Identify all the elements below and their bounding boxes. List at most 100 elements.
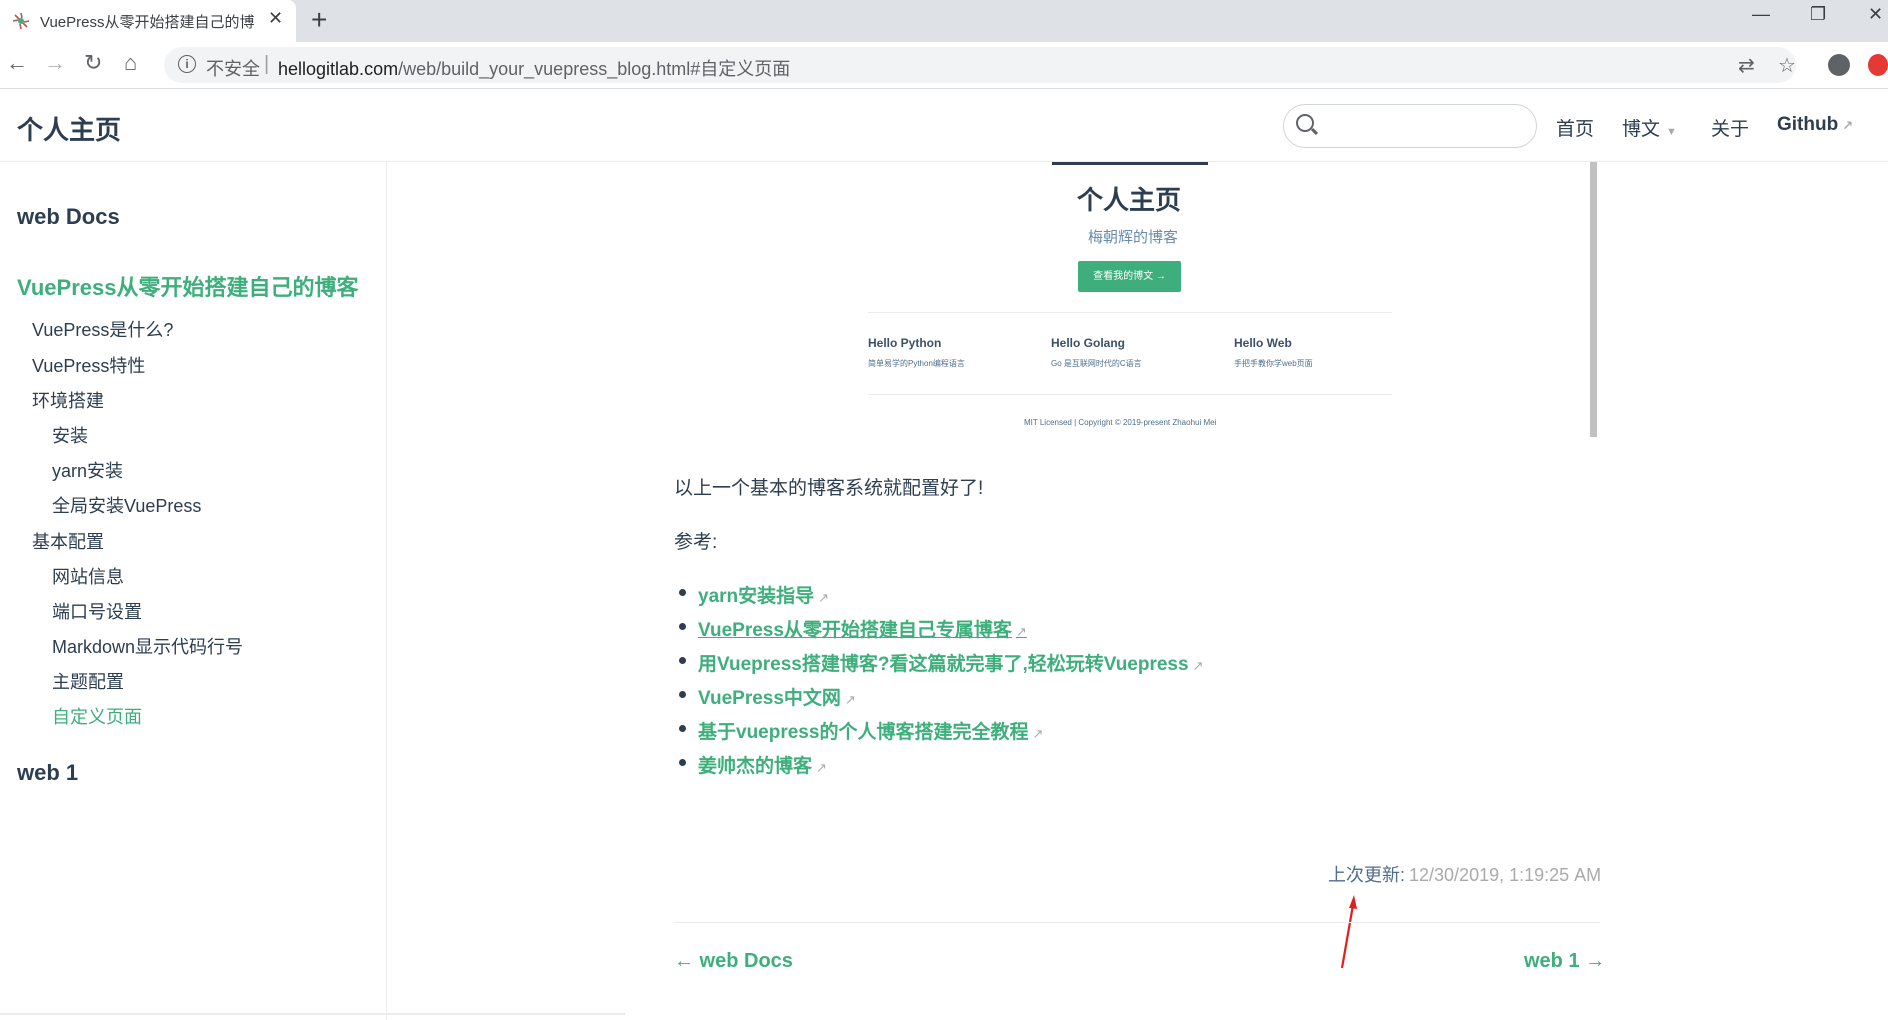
preview-feature-details: 手把手教你学web页面: [1234, 359, 1313, 368]
sidebar-item-theme-config[interactable]: 主题配置: [52, 668, 124, 694]
sidebar-item-line-numbers[interactable]: Markdown显示代码行号: [52, 633, 243, 659]
homepage-preview-image: 个人主页 梅朝辉的博客 查看我的博文 → Hello Python 简单易学的P…: [672, 162, 1598, 437]
nav-link-home[interactable]: 首页: [1556, 114, 1594, 141]
last-updated-value: 12/30/2019, 1:19:25 AM: [1409, 865, 1602, 885]
sidebar-item-port[interactable]: 端口号设置: [52, 598, 142, 624]
preview-feature-title: Hello Python: [868, 336, 942, 350]
browser-tab[interactable]: VuePress从零开始搭建自己的博 ✕: [0, 0, 296, 42]
search-icon: [1296, 114, 1314, 132]
preview-feature: Hello Web 手把手教你学web页面: [1234, 336, 1384, 369]
sidebar-item-features[interactable]: VuePress特性: [32, 352, 145, 378]
search-input[interactable]: [1283, 104, 1537, 148]
last-updated: 上次更新: 12/30/2019, 1:19:25 AM: [1328, 861, 1601, 887]
list-bullet: [679, 657, 686, 664]
external-link-icon: ↗: [1192, 658, 1204, 673]
tab-close-icon[interactable]: ✕: [268, 8, 283, 29]
url-host: hellogitlab.com: [278, 59, 399, 79]
reference-link[interactable]: 姜帅杰的博客 ↗: [698, 751, 827, 778]
sidebar-item-install[interactable]: 安装: [52, 422, 88, 448]
reference-link-text: 基于vuepress的个人博客搭建完全教程: [698, 722, 1029, 743]
forward-icon[interactable]: →: [44, 50, 66, 76]
preview-nav-underline: [1052, 162, 1208, 165]
next-page-link[interactable]: web 1 →: [1524, 950, 1605, 973]
info-icon[interactable]: i: [178, 55, 196, 73]
sidebar-group-web-docs[interactable]: web Docs: [17, 204, 120, 230]
preview-divider: [868, 312, 1392, 313]
sidebar-item-yarn-install[interactable]: yarn安装: [52, 457, 123, 483]
reference-link[interactable]: yarn安装指导 ↗: [698, 581, 829, 608]
chevron-down-icon: ▼: [1666, 126, 1677, 138]
reference-link-text: 姜帅杰的博客: [698, 756, 813, 777]
sidebar-item-what-is-vuepress[interactable]: VuePress是什么?: [32, 316, 173, 342]
preview-footer: MIT Licensed | Copyright © 2019-present …: [1024, 418, 1217, 427]
prev-page-link[interactable]: ← web Docs: [674, 950, 793, 973]
new-tab-button[interactable]: +: [311, 4, 327, 36]
url-text[interactable]: hellogitlab.com/web/build_your_vuepress_…: [278, 55, 790, 81]
last-updated-label: 上次更新:: [1328, 865, 1406, 885]
translate-icon[interactable]: ⇄: [1738, 53, 1755, 78]
preview-hero-title: 个人主页: [1077, 185, 1182, 215]
annotation-arrow-icon: [1340, 895, 1357, 969]
sidebar-group-web-1[interactable]: web 1: [17, 760, 78, 786]
external-link-icon: ↗: [1032, 726, 1044, 741]
url-path: /web/build_your_vuepress_blog.html#自定义页面: [398, 59, 791, 79]
site-navbar: [0, 89, 1888, 162]
site-title[interactable]: 个人主页: [17, 110, 121, 147]
preview-feature: Hello Golang Go 是互联网时代的C语言: [1051, 336, 1201, 369]
home-icon[interactable]: ⌂: [124, 50, 137, 76]
list-bullet: [679, 623, 686, 630]
nav-link-about[interactable]: 关于: [1711, 114, 1749, 141]
nav-posts-label: 博文: [1622, 119, 1661, 140]
sidebar-item-global-install[interactable]: 全局安装VuePress: [52, 492, 201, 518]
sidebar-current-page[interactable]: VuePress从零开始搭建自己的博客: [17, 270, 358, 302]
reference-link-text: VuePress中文网: [698, 688, 841, 709]
reference-link-text: 用Vuepress搭建博客?看这篇就完事了,轻松玩转Vuepress: [698, 654, 1189, 675]
sidebar-item-custom-page[interactable]: 自定义页面: [52, 703, 142, 729]
external-link-icon: ↗: [818, 590, 830, 605]
reference-link[interactable]: 基于vuepress的个人博客搭建完全教程 ↗: [698, 717, 1043, 744]
external-link-icon: ↗: [1842, 118, 1854, 133]
preview-divider: [868, 394, 1392, 395]
address-bar[interactable]: i 不安全 | hellogitlab.com/web/build_your_v…: [164, 47, 1796, 83]
bookmark-star-icon[interactable]: ☆: [1778, 53, 1796, 78]
preview-feature: Hello Python 简单易学的Python编程语言: [868, 336, 1018, 369]
preview-tagline: 梅朝辉的博客: [1088, 229, 1179, 246]
preview-feature-details: Go 是互联网时代的C语言: [1051, 359, 1142, 368]
sidebar-item-site-info[interactable]: 网站信息: [52, 563, 124, 589]
nav-link-github[interactable]: Github ↗: [1777, 114, 1853, 136]
reference-link[interactable]: VuePress中文网 ↗: [698, 683, 856, 710]
close-window-icon[interactable]: ✕: [1868, 4, 1883, 25]
preview-feature-details: 简单易学的Python编程语言: [868, 359, 965, 368]
extension-icon[interactable]: [1868, 54, 1888, 76]
back-icon[interactable]: ←: [6, 50, 28, 76]
external-link-icon: ↗: [816, 760, 827, 775]
sidebar-item-env-setup[interactable]: 环境搭建: [32, 387, 104, 413]
restore-icon[interactable]: ❐: [1810, 4, 1826, 25]
preview-feature-title: Hello Web: [1234, 336, 1292, 350]
horizontal-scrollbar[interactable]: [0, 1013, 625, 1015]
sidebar-item-basic-config[interactable]: 基本配置: [32, 528, 104, 554]
profile-avatar-icon[interactable]: [1828, 54, 1850, 76]
tab-title: VuePress从零开始搭建自己的博: [40, 14, 255, 31]
reference-link-text: yarn安装指导: [698, 586, 815, 607]
preview-action-button: 查看我的博文 →: [1078, 261, 1181, 292]
external-link-icon: ↗: [844, 692, 856, 707]
security-label: 不安全: [206, 59, 260, 79]
site-favicon-icon: [12, 12, 30, 30]
preview-feature-title: Hello Golang: [1051, 336, 1126, 350]
content-paragraph: 以上一个基本的博客系统就配置好了!: [674, 478, 984, 499]
nav-dropdown-posts[interactable]: 博文 ▼: [1622, 114, 1677, 141]
list-bullet: [679, 759, 686, 766]
preview-scrollbar: [1590, 162, 1597, 437]
list-bullet: [679, 691, 686, 698]
list-bullet: [679, 589, 686, 596]
reload-icon[interactable]: ↻: [84, 50, 102, 76]
address-separator: |: [264, 53, 270, 75]
reference-link-text: VuePress从零开始搭建自己专属博客: [698, 620, 1012, 641]
reference-link[interactable]: 用Vuepress搭建博客?看这篇就完事了,轻松玩转Vuepress ↗: [698, 649, 1203, 676]
minimize-icon[interactable]: —: [1752, 4, 1770, 25]
page-nav-divider: [674, 922, 1600, 923]
references-heading: 参考:: [674, 532, 718, 553]
reference-link[interactable]: VuePress从零开始搭建自己专属博客 ↗: [698, 615, 1027, 642]
nav-github-label: Github: [1777, 114, 1839, 135]
